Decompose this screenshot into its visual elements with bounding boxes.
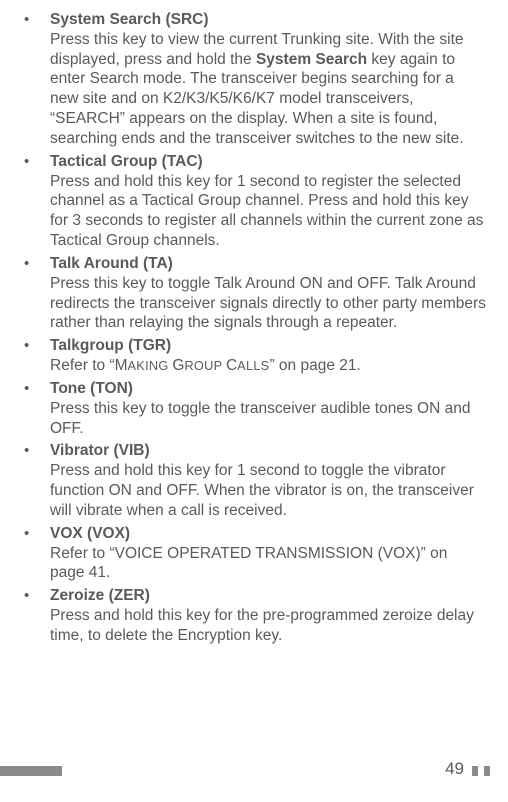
list-item: • VOX (VOX) Refer to “VOICE OPERATED TRA… [22,524,486,583]
item-description: Refer to “Making Group Calls” on page 21… [50,356,486,376]
item-description: Press this key to toggle the transceiver… [50,399,486,439]
sc: aking [128,358,173,373]
item-title: System Search (SRC) [50,10,486,30]
item-body: Tone (TON) Press this key to toggle the … [50,379,486,438]
cap: G [172,357,184,374]
item-title: Zeroize (ZER) [50,586,486,606]
list-item: • Tactical Group (TAC) Press and hold th… [22,152,486,251]
footer-bar-right [484,766,490,776]
item-description: Press and hold this key for 1 second to … [50,461,486,520]
list-item: • Talkgroup (TGR) Refer to “Making Group… [22,336,486,376]
list-item: • Talk Around (TA) Press this key to tog… [22,254,486,333]
bullet-icon: • [22,524,50,583]
sc: alls [237,358,269,373]
item-description: Press this key to view the current Trunk… [50,30,486,149]
list-item: • Vibrator (VIB) Press and hold this key… [22,441,486,520]
list-item: • System Search (SRC) Press this key to … [22,10,486,149]
desc-text: ” on page 21. [269,357,360,374]
item-description: Press and hold this key for the pre-prog… [50,606,486,646]
bullet-icon: • [22,10,50,149]
item-title: VOX (VOX) [50,524,486,544]
bullet-icon: • [22,336,50,376]
document-content: • System Search (SRC) Press this key to … [22,10,486,646]
item-body: System Search (SRC) Press this key to vi… [50,10,486,149]
page-footer: 49 [0,760,508,776]
item-title: Vibrator (VIB) [50,441,486,461]
item-description: Press and hold this key for 1 second to … [50,172,486,251]
list-item: • Zeroize (ZER) Press and hold this key … [22,586,486,645]
item-body: Tactical Group (TAC) Press and hold this… [50,152,486,251]
footer-bar-right [472,766,478,776]
bullet-icon: • [22,254,50,333]
item-title: Tactical Group (TAC) [50,152,486,172]
footer-bar-left [0,766,62,776]
item-title: Tone (TON) [50,379,486,399]
item-description: Refer to “VOICE OPERATED TRANSMISSION (V… [50,544,486,584]
item-body: Zeroize (ZER) Press and hold this key fo… [50,586,486,645]
desc-text: Refer to “ [50,357,115,374]
bullet-icon: • [22,586,50,645]
cap: C [226,357,237,374]
cap: M [115,357,128,374]
item-body: Talk Around (TA) Press this key to toggl… [50,254,486,333]
item-body: Talkgroup (TGR) Refer to “Making Group C… [50,336,486,376]
page-number: 49 [445,759,464,779]
desc-smallcaps: Making Group Calls [115,357,270,374]
bullet-icon: • [22,379,50,438]
list-item: • Tone (TON) Press this key to toggle th… [22,379,486,438]
item-title: Talkgroup (TGR) [50,336,486,356]
bullet-icon: • [22,152,50,251]
sc: roup [184,358,226,373]
desc-bold: System Search [256,51,367,68]
bullet-icon: • [22,441,50,520]
item-title: Talk Around (TA) [50,254,486,274]
item-body: VOX (VOX) Refer to “VOICE OPERATED TRANS… [50,524,486,583]
item-description: Press this key to toggle Talk Around ON … [50,274,486,333]
item-body: Vibrator (VIB) Press and hold this key f… [50,441,486,520]
